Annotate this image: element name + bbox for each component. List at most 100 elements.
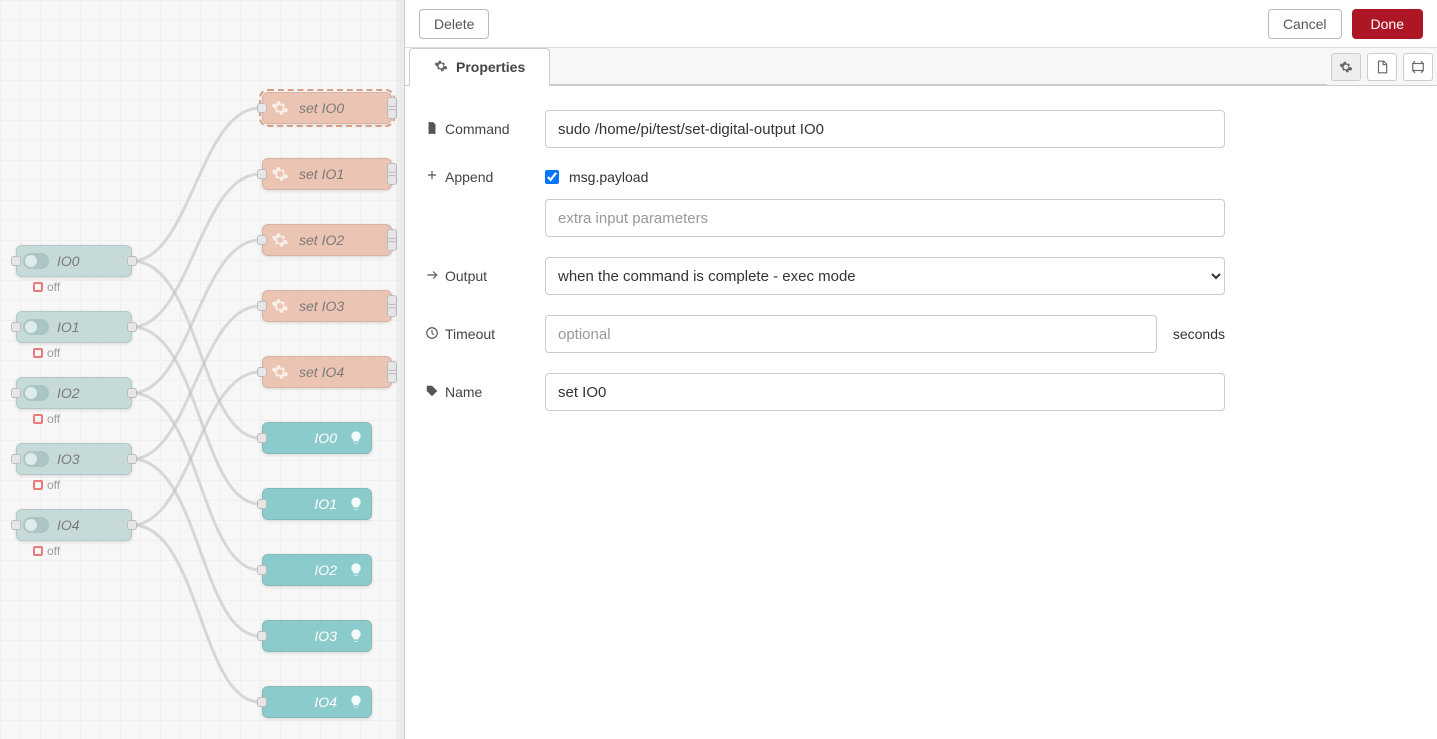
gear-icon: [269, 229, 291, 251]
label-command: Command: [425, 121, 529, 138]
done-button[interactable]: Done: [1352, 9, 1423, 39]
exec-node-set-IO3[interactable]: set IO3: [262, 290, 392, 322]
input-port[interactable]: [257, 103, 267, 113]
input-port[interactable]: [257, 301, 267, 311]
label-name: Name: [425, 384, 529, 401]
toggle-icon: [23, 319, 49, 335]
label-output: Output: [425, 268, 529, 285]
switch-node-IO4[interactable]: IO4off: [16, 509, 132, 541]
panel-toolbar: Delete Cancel Done: [405, 0, 1437, 48]
name-input[interactable]: [545, 373, 1225, 411]
canvas-scrollbar[interactable]: [396, 0, 404, 739]
debug-node-IO3[interactable]: IO3: [262, 620, 372, 652]
properties-form: Command Append msg.payload: [405, 86, 1245, 435]
append-msg-checkbox[interactable]: [545, 170, 559, 184]
tab-label: Properties: [456, 59, 525, 75]
input-port[interactable]: [11, 322, 21, 332]
status-indicator: off: [33, 478, 60, 492]
input-port[interactable]: [257, 433, 267, 443]
node-label: IO1: [57, 319, 80, 335]
input-port[interactable]: [11, 520, 21, 530]
input-port[interactable]: [257, 631, 267, 641]
switch-node-IO3[interactable]: IO3off: [16, 443, 132, 475]
input-port[interactable]: [11, 388, 21, 398]
node-label: IO3: [57, 451, 80, 467]
lightbulb-icon: [345, 625, 367, 647]
timeout-input[interactable]: [545, 315, 1157, 353]
node-label: set IO1: [299, 166, 344, 182]
toggle-icon: [23, 517, 49, 533]
status-indicator: off: [33, 346, 60, 360]
flow-canvas[interactable]: IO0offIO1offIO2offIO3offIO4off set IO0se…: [0, 0, 404, 739]
tabs-row: Properties: [405, 48, 1437, 86]
exec-node-set-IO2[interactable]: set IO2: [262, 224, 392, 256]
node-label: IO1: [314, 496, 337, 512]
debug-node-IO0[interactable]: IO0: [262, 422, 372, 454]
node-label: IO0: [314, 430, 337, 446]
status-indicator: off: [33, 544, 60, 558]
node-description-icon[interactable]: [1367, 53, 1397, 81]
input-port[interactable]: [257, 367, 267, 377]
lightbulb-icon: [345, 427, 367, 449]
output-port[interactable]: [127, 454, 137, 464]
cancel-button[interactable]: Cancel: [1268, 9, 1342, 39]
node-label: IO0: [57, 253, 80, 269]
debug-node-IO4[interactable]: IO4: [262, 686, 372, 718]
label-timeout: Timeout: [425, 326, 529, 343]
debug-node-IO2[interactable]: IO2: [262, 554, 372, 586]
arrow-right-icon: [425, 268, 439, 285]
node-appearance-icon[interactable]: [1403, 53, 1433, 81]
label-append: Append: [425, 168, 529, 185]
input-port[interactable]: [11, 454, 21, 464]
output-port[interactable]: [127, 520, 137, 530]
gear-icon: [269, 361, 291, 383]
input-port[interactable]: [257, 697, 267, 707]
output-port[interactable]: [127, 256, 137, 266]
node-label: IO4: [57, 517, 80, 533]
row-name: Name: [425, 373, 1225, 411]
lightbulb-icon: [345, 559, 367, 581]
exec-node-set-IO4[interactable]: set IO4: [262, 356, 392, 388]
toggle-icon: [23, 253, 49, 269]
input-port[interactable]: [257, 235, 267, 245]
node-label: IO4: [314, 694, 337, 710]
gear-icon: [434, 59, 448, 76]
node-label: set IO0: [299, 100, 344, 116]
file-icon: [425, 121, 439, 138]
input-port[interactable]: [11, 256, 21, 266]
command-input[interactable]: [545, 110, 1225, 148]
node-label: set IO2: [299, 232, 344, 248]
status-indicator: off: [33, 412, 60, 426]
row-append-extra: [425, 199, 1225, 237]
exec-node-set-IO0[interactable]: set IO0: [262, 92, 392, 124]
toggle-icon: [23, 451, 49, 467]
lightbulb-icon: [345, 691, 367, 713]
tab-properties[interactable]: Properties: [409, 48, 550, 86]
exec-node-set-IO1[interactable]: set IO1: [262, 158, 392, 190]
switch-node-IO1[interactable]: IO1off: [16, 311, 132, 343]
node-settings-icon[interactable]: [1331, 53, 1361, 81]
switch-node-IO0[interactable]: IO0off: [16, 245, 132, 277]
append-extra-input[interactable]: [545, 199, 1225, 237]
row-output: Output when the command is complete - ex…: [425, 257, 1225, 295]
plus-icon: [425, 168, 439, 185]
clock-icon: [425, 326, 439, 343]
output-port[interactable]: [127, 322, 137, 332]
delete-button[interactable]: Delete: [419, 9, 489, 39]
output-select[interactable]: when the command is complete - exec mode: [545, 257, 1225, 295]
lightbulb-icon: [345, 493, 367, 515]
node-label: IO3: [314, 628, 337, 644]
output-port[interactable]: [127, 388, 137, 398]
switch-node-IO2[interactable]: IO2off: [16, 377, 132, 409]
row-command: Command: [425, 110, 1225, 148]
debug-node-IO1[interactable]: IO1: [262, 488, 372, 520]
status-indicator: off: [33, 280, 60, 294]
append-msg-label: msg.payload: [569, 169, 648, 185]
input-port[interactable]: [257, 169, 267, 179]
tag-icon: [425, 384, 439, 401]
gear-icon: [269, 163, 291, 185]
node-label: IO2: [57, 385, 80, 401]
gear-icon: [269, 97, 291, 119]
input-port[interactable]: [257, 499, 267, 509]
input-port[interactable]: [257, 565, 267, 575]
